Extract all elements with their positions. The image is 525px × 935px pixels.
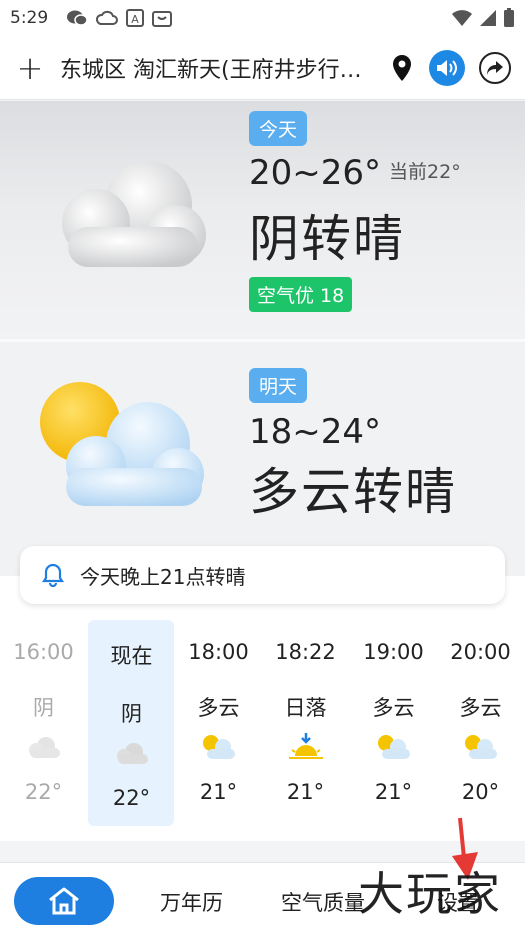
today-forecast-card[interactable]: 今天 20~26° 当前22° 阴转晴 空气优 18 <box>0 101 525 339</box>
hour-time: 19:00 <box>363 640 424 664</box>
notice-text: 今天晚上21点转晴 <box>80 564 246 589</box>
current-temp: 当前22° <box>389 161 461 183</box>
add-city-button[interactable]: + <box>14 52 46 84</box>
share-arrow-icon <box>487 60 503 75</box>
hour-condition: 日落 <box>284 696 327 720</box>
hour-condition: 多云 <box>372 696 415 720</box>
app-box-icon <box>152 11 173 27</box>
tomorrow-condition: 多云转晴 <box>249 463 457 521</box>
hour-temp: 22° <box>112 786 151 810</box>
cloud-notify-icon <box>96 10 119 25</box>
today-badge: 今天 <box>249 111 308 146</box>
hour-time: 18:22 <box>275 640 336 664</box>
hour-item[interactable]: 20:00 多云 20° <box>437 620 524 826</box>
hour-temp: 21° <box>374 780 413 804</box>
hour-temp: 20° <box>461 780 500 804</box>
cloud-icon <box>28 737 60 758</box>
partly-cloudy-icon <box>464 735 497 759</box>
signal-icon <box>480 10 496 26</box>
tomorrow-badge: 明天 <box>249 368 308 403</box>
hour-condition: 阴 <box>121 702 142 726</box>
hour-temp: 21° <box>199 780 238 804</box>
system-indicators <box>451 8 515 28</box>
status-time: 5:29 <box>10 8 49 28</box>
weather-notice[interactable]: 今天晚上21点转晴 <box>20 546 505 604</box>
location-pin-icon[interactable] <box>389 53 415 83</box>
cloud-icon <box>116 743 148 764</box>
sunset-icon <box>288 733 323 759</box>
partly-cloudy-icon <box>377 735 410 759</box>
today-temp-range: 20~26° 当前22° <box>249 153 461 193</box>
hour-condition: 阴 <box>33 696 54 720</box>
aqi-badge[interactable]: 空气优 18 <box>249 277 353 312</box>
notification-icons: A <box>66 9 173 27</box>
watermark-logo: 大玩家 <box>358 867 502 921</box>
share-button[interactable] <box>479 51 511 84</box>
tomorrow-temp-range: 18~24° <box>249 412 382 452</box>
voice-broadcast-button[interactable] <box>429 49 465 86</box>
hour-temp: 22° <box>24 780 63 804</box>
hour-time: 20:00 <box>450 640 511 664</box>
home-tab-button[interactable] <box>14 877 114 925</box>
hour-temp: 21° <box>286 780 325 804</box>
cloudy-icon <box>62 161 206 267</box>
app-a-icon: A <box>126 9 145 27</box>
hour-time: 18:00 <box>188 640 249 664</box>
hour-item[interactable]: 18:00 多云 21° <box>175 620 262 826</box>
hour-condition: 多云 <box>459 696 502 720</box>
top-bar: + 东城区 淘汇新天(王府井步行街店) <box>0 36 525 100</box>
wifi-icon <box>452 10 472 26</box>
wechat-icon <box>67 10 88 26</box>
hour-time: 16:00 <box>13 640 74 664</box>
location-title[interactable]: 东城区 淘汇新天(王府井步行街店) <box>60 52 372 84</box>
home-icon <box>49 887 79 915</box>
hour-item[interactable]: 16:00 阴 22° <box>0 620 87 826</box>
hour-item[interactable]: 18:22 日落 21° <box>262 620 349 826</box>
partly-cloudy-icon <box>202 735 235 759</box>
bell-icon <box>42 563 64 587</box>
today-condition: 阴转晴 <box>249 210 405 268</box>
hour-time: 现在 <box>110 644 153 668</box>
tomorrow-forecast-card[interactable]: 明天 18~24° 多云转晴 <box>0 342 525 576</box>
hour-condition: 多云 <box>197 696 240 720</box>
svg-text:A: A <box>131 13 139 26</box>
battery-icon <box>504 8 514 27</box>
status-bar: 5:29 A <box>0 0 525 36</box>
today-temp-text: 20~26° <box>249 153 382 193</box>
tab-calendar[interactable]: 万年历 <box>160 887 223 917</box>
hour-item[interactable]: 19:00 多云 21° <box>350 620 437 826</box>
speaker-icon <box>437 59 457 76</box>
tab-air-quality[interactable]: 空气质量 <box>281 887 365 917</box>
hour-item-now[interactable]: 现在 阴 22° <box>88 620 175 826</box>
partly-cloudy-icon <box>40 382 204 506</box>
